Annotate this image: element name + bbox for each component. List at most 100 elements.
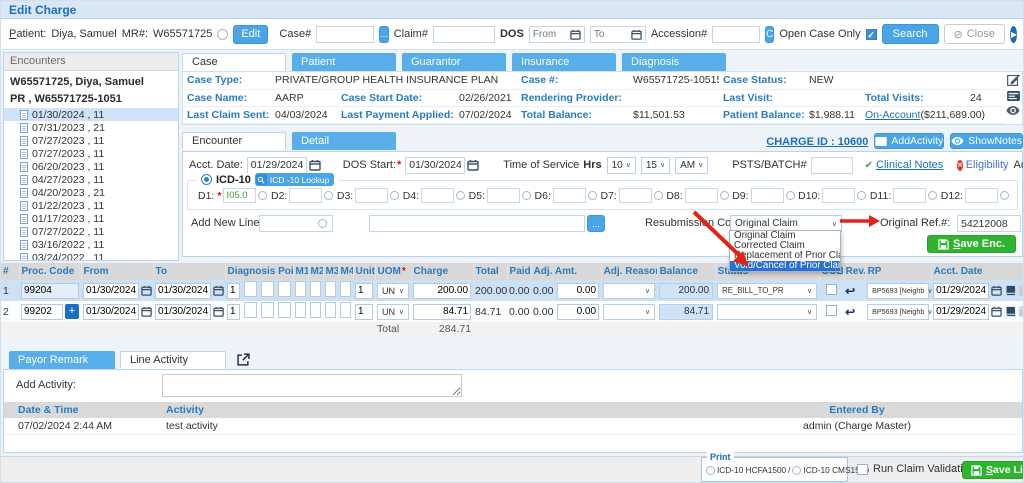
dx-pointer-input[interactable]	[278, 302, 291, 318]
d3-radio[interactable]	[390, 191, 399, 200]
adj-reason-select[interactable]: ∨	[603, 304, 655, 320]
m3-input[interactable]	[325, 281, 336, 297]
encounter-list-item[interactable]: 07/27/2022 , 11	[4, 225, 178, 238]
d12-radio[interactable]	[1000, 191, 1009, 200]
dos-start-input[interactable]	[405, 157, 465, 174]
dos-to-field[interactable]	[590, 26, 646, 43]
calendar-icon[interactable]	[991, 306, 1002, 317]
encounters-case-line[interactable]: PR , W65571725-1051	[4, 90, 178, 108]
psts-batch-input[interactable]	[811, 157, 853, 174]
dx-pointer-input[interactable]	[244, 302, 257, 318]
status-select[interactable]: ∨	[717, 304, 817, 320]
hour-select[interactable]: 10∨	[607, 157, 636, 174]
eye-icon[interactable]	[1006, 106, 1020, 115]
eligibility-link[interactable]: Eligibility	[966, 159, 1009, 171]
minute-select[interactable]: 15∨	[641, 157, 670, 174]
case-number-input[interactable]	[316, 26, 374, 43]
tab-diagnosis[interactable]: Diagnosis	[622, 53, 726, 71]
icd10-lookup-button[interactable]: ICD -10 Lookup	[255, 173, 335, 186]
delete-icon[interactable]	[1018, 306, 1024, 317]
from-date-input[interactable]	[83, 304, 139, 320]
calendar-icon[interactable]	[991, 285, 1002, 296]
d3-input[interactable]	[355, 188, 388, 203]
meridiem-select[interactable]: AM∨	[675, 157, 708, 174]
dropdown-option[interactable]: Corrected Claim	[730, 241, 840, 251]
d2-input[interactable]	[289, 188, 322, 203]
edit-patient-button[interactable]: Edit	[233, 25, 268, 44]
from-date-input[interactable]	[83, 283, 139, 299]
c-button[interactable]: C	[765, 26, 774, 43]
to-date-input[interactable]	[155, 283, 211, 299]
proc-code-input[interactable]	[21, 283, 79, 299]
close-button[interactable]: ⊘Close	[944, 24, 1005, 44]
units-input[interactable]	[355, 283, 373, 299]
d4-radio[interactable]	[456, 191, 465, 200]
charge-input[interactable]	[413, 283, 471, 299]
icd10-radio[interactable]	[201, 174, 212, 185]
original-ref-input[interactable]	[957, 215, 1021, 232]
calendar-icon[interactable]	[141, 306, 152, 317]
to-date-input[interactable]	[155, 304, 211, 320]
rp-select[interactable]: BP5693 [Neighb∨	[867, 304, 929, 320]
save-encounter-button[interactable]: Save Enc.	[927, 235, 1016, 253]
card-icon[interactable]	[1007, 91, 1020, 101]
d2-radio[interactable]	[324, 191, 333, 200]
dx-pointer-input[interactable]	[278, 281, 291, 297]
d1-radio[interactable]	[258, 191, 267, 200]
line-lookup-button[interactable]: ...	[587, 215, 605, 232]
acct-date-input[interactable]	[247, 157, 307, 174]
encounter-list-item[interactable]: 03/16/2022 , 11	[4, 238, 178, 251]
calendar-icon[interactable]	[570, 29, 581, 40]
case-lookup-button[interactable]: ...	[379, 26, 389, 43]
add-new-line-field[interactable]	[259, 215, 333, 232]
open-case-only-checkbox[interactable]: ✓	[866, 29, 877, 40]
m2-input[interactable]	[310, 302, 321, 318]
dx-pointer-input[interactable]	[227, 283, 240, 299]
d8-input[interactable]	[685, 188, 718, 203]
dx-pointer-input[interactable]	[261, 281, 274, 297]
tab-case[interactable]: Case	[182, 53, 286, 71]
acct-date-input[interactable]	[933, 304, 989, 320]
proc-code-input[interactable]	[21, 304, 63, 320]
d9-radio[interactable]	[786, 191, 795, 200]
add-new-line-input[interactable]	[263, 218, 315, 229]
d10-input[interactable]	[822, 188, 855, 203]
encounter-list-item[interactable]: 07/31/2023 , 21	[4, 121, 178, 134]
play-icon[interactable]: ▶	[1010, 26, 1017, 43]
d6-radio[interactable]	[588, 191, 597, 200]
dropdown-option[interactable]: Original Claim	[730, 231, 840, 241]
calendar-icon[interactable]	[309, 159, 321, 171]
accession-input[interactable]	[712, 26, 760, 43]
d7-input[interactable]	[619, 188, 652, 203]
notes-book-icon[interactable]	[1005, 285, 1016, 296]
m1-input[interactable]	[295, 302, 306, 318]
encounter-list-item[interactable]: 01/30/2024 , 11	[4, 108, 178, 121]
cob-checkbox[interactable]	[826, 284, 837, 295]
show-notes-button[interactable]: ShowNotes	[950, 133, 1023, 149]
adj-amt-input[interactable]	[557, 304, 599, 320]
external-link-icon[interactable]	[237, 353, 250, 366]
m4-input[interactable]	[340, 281, 351, 297]
clinical-notes-link[interactable]: Clinical Notes	[876, 159, 943, 171]
calendar-icon[interactable]	[213, 306, 224, 317]
print-hcfa1500-radio[interactable]	[706, 466, 715, 475]
tab-line-activity[interactable]: Line Activity	[120, 351, 226, 369]
d7-radio[interactable]	[654, 191, 663, 200]
dx-pointer-input[interactable]	[261, 302, 274, 318]
d6-input[interactable]	[553, 188, 586, 203]
dx-pointer-input[interactable]	[227, 304, 240, 320]
d4-input[interactable]	[421, 188, 454, 203]
uom-select[interactable]: UN∨	[377, 283, 409, 299]
tab-guarantor[interactable]: Guarantor	[402, 53, 506, 71]
d10-radio[interactable]	[857, 191, 866, 200]
delete-icon[interactable]	[1018, 285, 1024, 296]
dx-pointer-input[interactable]	[244, 281, 257, 297]
on-account-link[interactable]: On-Account	[865, 109, 920, 121]
dos-to-input[interactable]	[594, 29, 628, 40]
encounter-list-item[interactable]: 01/17/2023 , 11	[4, 212, 178, 225]
edit-case-icon[interactable]	[1007, 73, 1020, 86]
encounter-list-item[interactable]: 04/27/2023 , 11	[4, 173, 178, 186]
encounter-list-item[interactable]: 04/20/2023 , 21	[4, 186, 178, 199]
tab-patient[interactable]: Patient	[292, 53, 396, 71]
d1-input[interactable]	[223, 188, 256, 203]
